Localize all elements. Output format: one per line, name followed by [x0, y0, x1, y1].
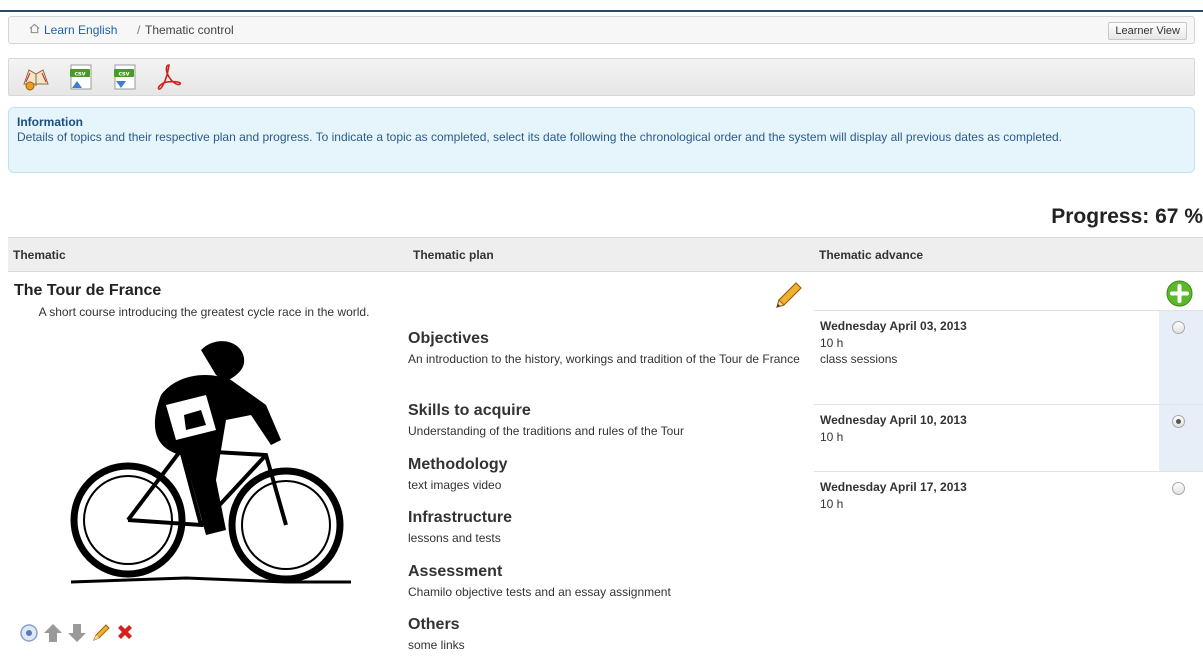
- plan-text: some links: [408, 638, 465, 652]
- advance-duration: 10 h: [820, 497, 844, 511]
- breadcrumb-course-link[interactable]: Learn English: [44, 23, 117, 37]
- advance-duration: 10 h: [820, 430, 844, 444]
- breadcrumb-current: Thematic control: [145, 23, 234, 37]
- thematic-cell: The Tour de France A short course introd…: [14, 282, 394, 320]
- plan-section-methodology: Methodology text images video: [408, 456, 803, 494]
- table-header: Thematic Thematic plan Thematic advance: [8, 237, 1203, 272]
- advance-row: Wednesday April 10, 2013 10 h: [814, 405, 1203, 472]
- plan-section-objectives: Objectives An introduction to the histor…: [408, 330, 803, 368]
- course-settings-icon[interactable]: [21, 62, 51, 92]
- advance-radio[interactable]: [1172, 321, 1185, 334]
- csv-export-icon[interactable]: csv: [110, 62, 140, 92]
- plan-heading: Others: [408, 616, 460, 633]
- advance-radio[interactable]: [1172, 415, 1185, 428]
- plan-heading: Skills to acquire: [408, 402, 531, 419]
- breadcrumb-separator: /: [137, 23, 141, 37]
- csv-import-icon[interactable]: csv: [66, 62, 96, 92]
- plan-text: Chamilo objective tests and an essay ass…: [408, 585, 671, 599]
- column-thematic-plan: Thematic plan: [413, 248, 494, 262]
- advance-duration: 10 h: [820, 336, 844, 350]
- advance-details: Wednesday April 10, 2013 10 h: [814, 405, 1159, 453]
- home-icon[interactable]: [29, 23, 40, 34]
- plan-text: text images video: [408, 478, 502, 492]
- advance-row: Wednesday April 03, 2013 10 h class sess…: [814, 311, 1203, 405]
- advance-details: Wednesday April 03, 2013 10 h class sess…: [814, 311, 1159, 375]
- plan-heading: Infrastructure: [408, 509, 513, 526]
- advance-radio[interactable]: [1172, 482, 1185, 495]
- breadcrumb: Learn English / Thematic control Learner…: [8, 16, 1195, 44]
- advance-row: Wednesday April 17, 2013 10 h: [814, 472, 1203, 540]
- advance-date: Wednesday April 10, 2013: [820, 413, 967, 427]
- cyclist-image: [70, 341, 351, 584]
- progress-label: Progress: 67 %: [1051, 205, 1203, 228]
- plan-section-skills: Skills to acquire Understanding of the t…: [408, 402, 803, 440]
- view-icon[interactable]: [18, 622, 40, 644]
- delete-icon[interactable]: [114, 622, 136, 644]
- add-advance-icon[interactable]: [1166, 280, 1193, 307]
- move-up-icon[interactable]: [42, 622, 64, 644]
- edit-icon[interactable]: [90, 622, 112, 644]
- advance-date: Wednesday April 17, 2013: [820, 480, 967, 494]
- information-message: Information Details of topics and their …: [8, 107, 1195, 173]
- column-thematic-advance: Thematic advance: [819, 248, 924, 262]
- thematic-title: The Tour de France: [14, 282, 162, 299]
- plan-text: lessons and tests: [408, 531, 501, 545]
- advance-note: class sessions: [820, 352, 898, 366]
- plan-text: An introduction to the history, workings…: [408, 352, 800, 366]
- plan-heading: Methodology: [408, 456, 508, 473]
- thematic-description: A short course introducing the greatest …: [38, 305, 370, 319]
- information-text: Details of topics and their respective p…: [17, 130, 1063, 144]
- plan-section-assessment: Assessment Chamilo objective tests and a…: [408, 563, 803, 601]
- edit-plan-icon[interactable]: [774, 280, 804, 310]
- plan-section-infrastructure: Infrastructure lessons and tests: [408, 509, 803, 547]
- advance-date: Wednesday April 03, 2013: [820, 319, 967, 333]
- information-title: Information: [17, 115, 83, 129]
- top-accent-bar: [0, 10, 1203, 12]
- plan-heading: Objectives: [408, 330, 489, 347]
- learner-view-button[interactable]: Learner View: [1108, 22, 1187, 40]
- action-toolbar: csv csv: [8, 58, 1195, 96]
- plan-heading: Assessment: [408, 563, 503, 580]
- pdf-export-icon[interactable]: [154, 62, 184, 92]
- advance-details: Wednesday April 17, 2013 10 h: [814, 472, 1159, 520]
- plan-section-others: Others some links: [408, 616, 803, 654]
- svg-text:csv: csv: [74, 71, 85, 78]
- svg-text:csv: csv: [118, 71, 129, 78]
- column-thematic: Thematic: [13, 248, 66, 262]
- advance-select-cell: [1159, 472, 1203, 540]
- advance-select-cell: [1159, 311, 1203, 404]
- plan-text: Understanding of the traditions and rule…: [408, 424, 684, 438]
- move-down-icon[interactable]: [66, 622, 88, 644]
- advance-select-cell: [1159, 405, 1203, 471]
